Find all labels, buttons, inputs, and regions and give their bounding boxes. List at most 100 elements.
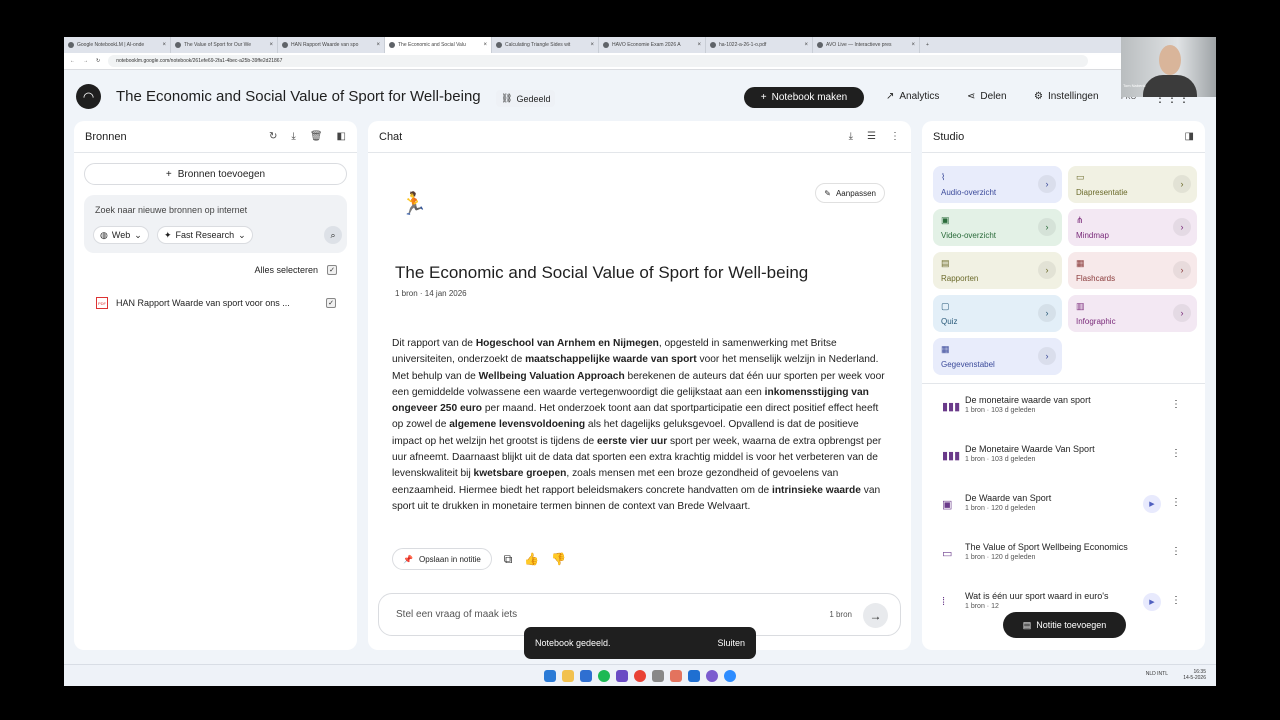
shared-badge[interactable]: ⛓ Gedeeld [496,90,556,107]
close-icon[interactable]: × [376,42,380,48]
search-button[interactable]: ⌕ [324,226,342,244]
screen: Google NotebookLM | AI-onde × The Value of… [64,37,1216,686]
chevron-right-icon[interactable]: › [1038,175,1056,193]
collapse-panel-icon[interactable]: ◨ [1185,131,1194,142]
browser-tab[interactable]: HAVO Economie Exam 2026 A × [599,37,706,53]
studio-tile[interactable]: ▦ Flashcards › [1068,252,1197,289]
language-indicator[interactable]: NLD INTL [1146,671,1168,677]
close-icon[interactable]: × [911,42,915,48]
trash-icon[interactable]: 🗑 [310,131,323,142]
chrome-icon[interactable] [634,669,646,682]
app-icon[interactable] [652,669,664,682]
studio-tile[interactable]: ▢ Quiz › [933,295,1062,332]
save-note-button[interactable]: 📌 Opslaan in notitie [392,548,492,570]
add-note-button[interactable]: ▤ Notitie toevoegen [1003,612,1126,638]
customize-button[interactable]: ✎ Aanpassen [815,183,885,203]
zoom-icon[interactable] [724,669,736,682]
chevron-right-icon[interactable]: › [1173,261,1191,279]
app-icon[interactable] [688,669,700,682]
select-all-row[interactable]: Alles selecteren ✓ [254,265,337,275]
app-icon[interactable] [616,669,628,682]
tile-icon: ▣ [941,215,950,225]
play-icon[interactable]: ▶ [1143,593,1161,611]
chevron-right-icon[interactable]: › [1173,304,1191,322]
web-search-box[interactable]: Zoek naar nieuwe bronnen op internet ◍ We… [84,195,347,253]
web-dropdown[interactable]: ◍ Web ⌄ [93,226,149,244]
toast-close-button[interactable]: Sluiten [717,638,745,648]
browser-tab[interactable]: Google NotebookLM | AI-onde × [64,37,171,53]
spotify-icon[interactable] [598,669,610,682]
new-notebook-button[interactable]: + Notebook maken [744,87,864,108]
studio-tile[interactable]: ⌇ Audio-overzicht › [933,166,1062,203]
studio-tile[interactable]: ▥ Infographic › [1068,295,1197,332]
copy-icon[interactable]: ⧉ [504,552,513,567]
analytics-button[interactable]: ↗ Analytics [886,91,939,102]
chevron-right-icon[interactable]: › [1038,261,1056,279]
more-vert-icon[interactable]: ⋮ [1171,399,1181,410]
add-sources-button[interactable]: + Bronnen toevoegen [84,163,347,185]
reload-icon[interactable]: ↻ [96,58,100,64]
note-item[interactable]: ▭ The Value of Sport Wellbeing Economics 1… [922,538,1205,587]
tile-icon: ⌇ [941,172,946,182]
studio-tile[interactable]: ▤ Rapporten › [933,252,1062,289]
chevron-right-icon[interactable]: › [1173,218,1191,236]
browser-tab[interactable]: Calculating Triangle Sides wit × [492,37,599,53]
note-item[interactable]: ▮▮▮ De monetaire waarde van sport 1 bron ·… [922,391,1205,440]
tune-icon[interactable]: ☰ [867,131,876,142]
browser-tab[interactable]: The Value of Sport for Our We × [171,37,278,53]
more-vert-icon[interactable]: ⋮ [1171,595,1181,606]
store-icon[interactable] [580,669,592,682]
close-icon[interactable]: × [162,42,166,48]
note-item[interactable]: ▮▮▮ De Monetaire Waarde Van Sport 1 bron ·… [922,440,1205,489]
studio-tile[interactable]: ⋔ Mindmap › [1068,209,1197,246]
close-icon[interactable]: × [590,42,594,48]
notebooklm-logo-icon[interactable]: ◠ [76,84,101,109]
close-icon[interactable]: × [483,42,487,48]
chevron-right-icon[interactable]: › [1038,218,1056,236]
folder-icon[interactable] [562,669,574,682]
download-icon[interactable]: ⤓ [291,131,295,142]
browser-tab[interactable]: HAN Rapport Waarde van spo × [278,37,385,53]
thumbs-up-icon[interactable]: 👍 [524,552,539,566]
more-vert-icon[interactable]: ⋮ [890,131,900,142]
new-tab-icon[interactable]: + [926,42,929,48]
close-icon[interactable]: × [804,42,808,48]
select-all-checkbox[interactable]: ✓ [327,265,337,275]
download-icon[interactable]: ⤓ [849,131,853,142]
close-icon[interactable]: × [697,42,701,48]
note-item[interactable]: ▣ De Waarde van Sport 1 bron · 120 d geled… [922,489,1205,538]
more-vert-icon[interactable]: ⋮ [1171,497,1181,508]
studio-tile[interactable]: ▭ Diapresentatie › [1068,166,1197,203]
bold-phrase: Hogeschool van Arnhem en Nijmegen [475,338,659,349]
send-button[interactable]: → [863,603,888,628]
source-checkbox[interactable]: ✓ [326,298,336,308]
thumbs-down-icon[interactable]: 👎 [551,552,566,566]
research-mode-dropdown[interactable]: ✦ Fast Research ⌄ [157,226,253,244]
forward-icon[interactable]: → [83,58,88,64]
app-icon[interactable] [706,669,718,682]
tab-label: The Value of Sport for Our We [184,42,252,48]
browser-tab[interactable]: AVO Live — Interactieve pres × [813,37,920,53]
settings-button[interactable]: ⚙ Instellingen [1034,91,1099,102]
chevron-right-icon[interactable]: › [1038,347,1056,365]
browser-tab[interactable]: ha-1022-a-26-1-o.pdf × [706,37,813,53]
note-title: De monetaire waarde van sport [965,395,1091,405]
more-vert-icon[interactable]: ⋮ [1171,448,1181,459]
share-button[interactable]: ⋖ Delen [967,91,1007,102]
collapse-panel-icon[interactable]: ◧ [337,131,346,142]
chevron-right-icon[interactable]: › [1173,175,1191,193]
refresh-icon[interactable]: ↻ [269,131,277,142]
close-icon[interactable]: × [269,42,273,48]
browser-tab[interactable]: The Economic and Social Valu × [385,37,492,53]
play-icon[interactable]: ▶ [1143,495,1161,513]
app-icon[interactable] [670,669,682,682]
studio-tile[interactable]: ▣ Video-overzicht › [933,209,1062,246]
more-vert-icon[interactable]: ⋮ [1171,546,1181,557]
back-icon[interactable]: ← [70,58,75,64]
studio-tile[interactable]: ▦ Gegevenstabel › [933,338,1062,375]
chevron-right-icon[interactable]: › [1038,304,1056,322]
clock[interactable]: 16:35 14-5-2026 [1183,669,1206,681]
start-icon[interactable] [544,669,556,682]
url-input[interactable]: notebooklm.google.com/notebook/261efe69-… [108,55,1089,67]
source-item[interactable]: PDF HAN Rapport Waarde van sport voor on… [96,297,336,309]
